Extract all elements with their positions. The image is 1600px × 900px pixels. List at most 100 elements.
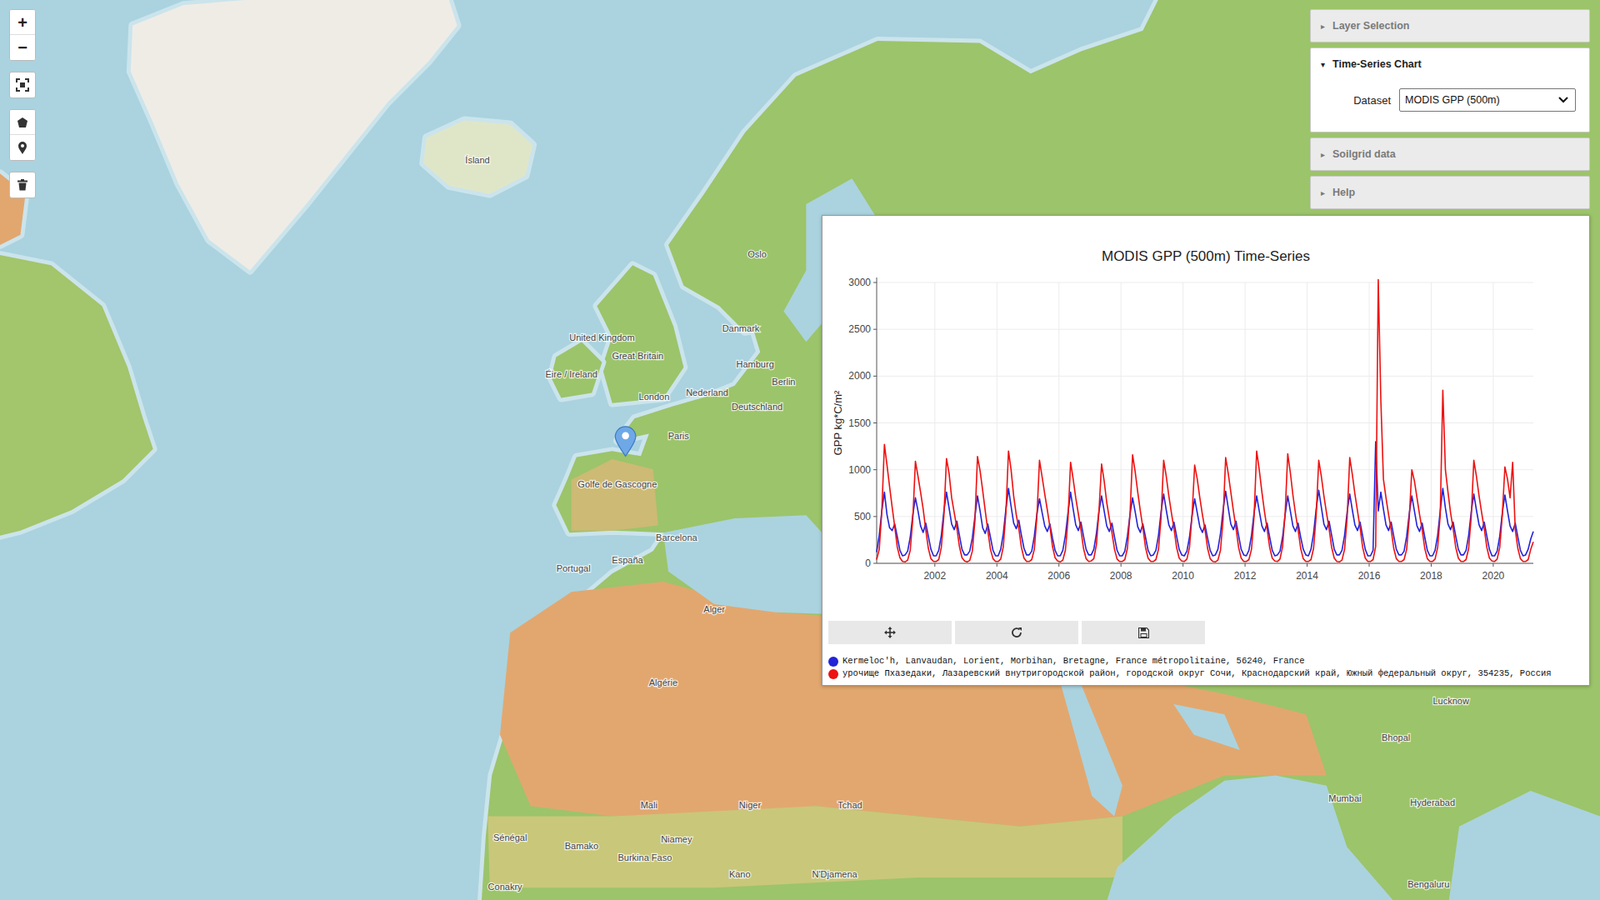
zoom-group: +−	[9, 9, 36, 61]
x-tick: 2018	[1420, 563, 1443, 582]
svg-text:3000: 3000	[848, 276, 871, 289]
svg-text:2018: 2018	[1420, 570, 1443, 582]
x-tick: 2006	[1047, 563, 1070, 582]
svg-text:1000: 1000	[848, 464, 871, 476]
svg-text:2010: 2010	[1171, 570, 1195, 582]
caret-icon: ▸	[1320, 188, 1330, 198]
map-label: Deutschland	[731, 401, 783, 412]
map-label: Hamburg	[735, 359, 774, 370]
map-toolbar: +−	[9, 9, 36, 199]
map-label: Burkina Faso	[617, 852, 672, 863]
section-header[interactable]: ▸Soilgrid data	[1310, 138, 1590, 170]
legend-dot	[828, 669, 839, 680]
map-label: Sénégal	[493, 832, 527, 843]
series-line	[876, 280, 1534, 563]
ocean	[0, 0, 1600, 900]
y-tick: 1000	[848, 464, 877, 476]
chart-popup: MODIS GPP (500m) Time-Series050010001500…	[821, 215, 1590, 686]
section-title: Layer Selection	[1332, 20, 1410, 32]
svg-text:2002: 2002	[923, 570, 946, 582]
y-tick: 1500	[848, 417, 877, 430]
y-tick: 3000	[848, 276, 877, 289]
caret-icon: ▾	[1320, 60, 1330, 70]
x-axis	[876, 563, 1534, 565]
sahel	[487, 805, 1123, 888]
map-label: Hyderabad	[1410, 797, 1455, 808]
legend-label: Kermeloc'h, Lanvaudan, Lorient, Morbihan…	[842, 655, 1305, 667]
y-tick: 2000	[848, 370, 877, 382]
svg-text:2014: 2014	[1295, 570, 1319, 582]
x-tick: 2020	[1482, 563, 1505, 582]
save-button[interactable]	[1081, 620, 1205, 645]
map-label: Danmark	[722, 323, 760, 334]
draw-group	[9, 109, 36, 161]
map-label: Golfe de Gascogne	[577, 479, 657, 490]
map-label: Tchad	[837, 800, 862, 810]
y-axis-label: GPP kg*C/m²	[831, 390, 845, 455]
polygon-icon	[16, 116, 29, 129]
iberia-dry	[571, 459, 659, 531]
reset-button[interactable]	[955, 620, 1079, 645]
map-label: Kano	[729, 869, 751, 880]
location-marker-icon[interactable]	[615, 426, 635, 457]
grid-line	[1245, 282, 1246, 564]
section-title: Time-Series Chart	[1332, 58, 1422, 70]
svg-text:2500: 2500	[848, 323, 871, 335]
svg-text:2004: 2004	[985, 570, 1009, 582]
map-label: Portugal	[556, 563, 591, 574]
x-tick: 2012	[1234, 563, 1257, 582]
map-label: Conakry	[488, 881, 524, 892]
side-panel: ▸Layer Selection▾Time-Series ChartDatase…	[1310, 9, 1590, 210]
caret-icon: ▸	[1320, 150, 1330, 160]
panel-section: ▸Layer Selection	[1310, 9, 1590, 43]
section-header[interactable]: ▾Time-Series Chart	[1310, 48, 1590, 80]
y-tick: 0	[865, 557, 877, 570]
grid-line	[876, 375, 1534, 377]
x-tick: 2004	[985, 563, 1009, 582]
map-label: Nederland	[685, 387, 729, 398]
y-tick: 2500	[848, 323, 877, 335]
map-label: United Kingdom	[569, 332, 635, 343]
zoom-out-button[interactable]: −	[10, 35, 35, 60]
map-app: ÍslandOsloDanmarkUnited KingdomGreat Bri…	[0, 0, 1600, 900]
map-label: Bamako	[565, 840, 599, 851]
grid-line	[876, 563, 1534, 565]
map-label: Bengaluru	[1407, 879, 1450, 890]
draw-marker-button[interactable]	[10, 135, 35, 160]
section-header[interactable]: ▸Help	[1310, 176, 1590, 209]
chart-title: MODIS GPP (500m) Time-Series	[828, 220, 1584, 266]
map-label: Oslo	[747, 249, 767, 260]
map-label: Berlin	[771, 376, 795, 387]
map-label: Lucknow	[1432, 695, 1470, 706]
legend-item[interactable]: урочище Пхазедаки, Лазаревский внутригор…	[828, 668, 1584, 680]
section-header[interactable]: ▸Layer Selection	[1310, 10, 1590, 42]
chart-legend: Kermeloc'h, Lanvaudan, Lorient, Morbihan…	[828, 655, 1584, 680]
map-label: Algérie	[649, 677, 678, 688]
draw-polygon-button[interactable]	[10, 110, 35, 135]
y-axis	[876, 277, 878, 564]
map-label: Ísland	[465, 155, 490, 165]
arabian-sea	[1107, 775, 1394, 900]
map-label: Bhopal	[1381, 732, 1410, 743]
svg-text:2020: 2020	[1482, 570, 1505, 582]
legend-item[interactable]: Kermeloc'h, Lanvaudan, Lorient, Morbihan…	[828, 655, 1584, 667]
pan-button[interactable]	[828, 620, 952, 645]
x-tick: 2016	[1358, 563, 1381, 582]
grid-line	[876, 422, 1534, 424]
marker-icon	[17, 140, 28, 155]
map-label: London	[639, 391, 670, 402]
map-label: Éire / Ireland	[545, 369, 597, 380]
grid-line	[876, 282, 1534, 284]
dataset-select[interactable]: MODIS GPP (500m)	[1399, 88, 1576, 112]
zoom-in-button[interactable]: +	[10, 10, 35, 35]
delete-button[interactable]	[10, 172, 35, 198]
grid-line	[1430, 282, 1432, 564]
panel-section: ▸Soilgrid data	[1310, 137, 1590, 171]
persian-gulf	[1173, 704, 1240, 750]
extent-group	[9, 71, 36, 99]
svg-text:2012: 2012	[1234, 570, 1257, 582]
greenland	[130, 0, 458, 270]
zoom-extent-button[interactable]	[10, 72, 35, 98]
grid-line	[1058, 282, 1060, 564]
time-series-chart[interactable]: 0500100015002000250030002002200420062008…	[828, 265, 1584, 600]
